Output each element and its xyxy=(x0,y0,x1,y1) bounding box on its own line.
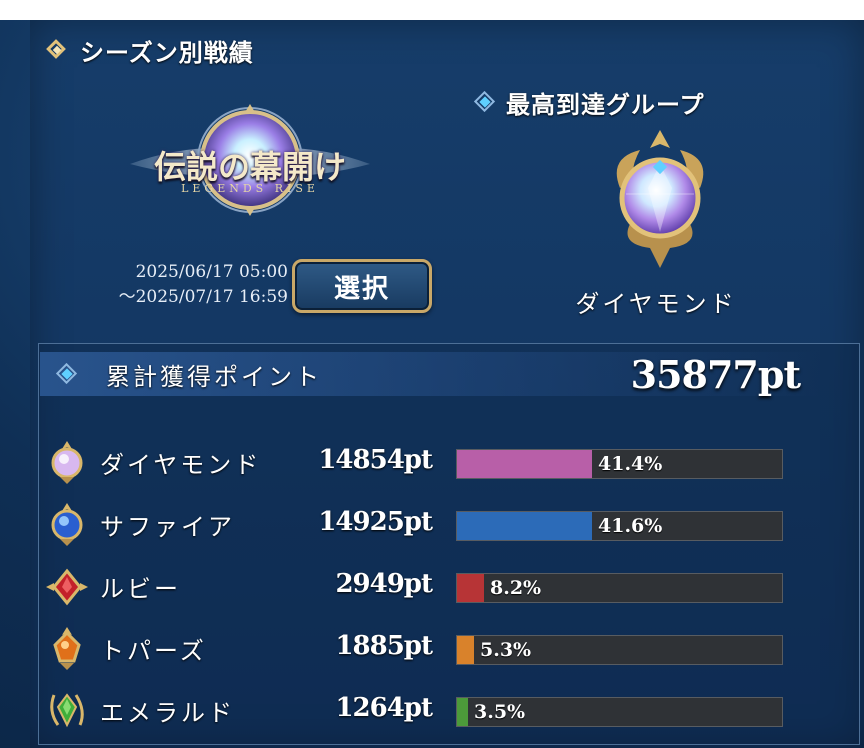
blue-diamond-icon xyxy=(474,91,496,113)
diamond-gem-icon xyxy=(44,439,90,485)
gem-share-fill xyxy=(457,450,592,478)
best-rank-name: ダイヤモンド xyxy=(575,290,737,318)
gem-share-bar: 5.3% xyxy=(456,635,783,665)
gem-points: 14925pt xyxy=(318,507,433,537)
ruby-gem-icon xyxy=(44,563,90,609)
gem-name: ルビー xyxy=(100,575,181,603)
gem-name: サファイア xyxy=(100,513,235,541)
total-points-heading: 累計獲得ポイント xyxy=(56,356,322,392)
blue-diamond-icon xyxy=(56,363,78,385)
gem-share-bar: 41.4% xyxy=(456,449,783,479)
season-period: 2025/06/17 05:00 ～2025/07/17 16:59 xyxy=(66,260,288,310)
total-points-title: 累計獲得ポイント xyxy=(106,362,322,391)
sapphire-gem-icon xyxy=(44,501,90,547)
top-strip xyxy=(0,0,864,20)
gem-share-fill xyxy=(457,512,592,540)
diamond-rank-emblem-icon xyxy=(600,128,720,272)
gem-name: ダイヤモンド xyxy=(100,451,262,479)
season-logo-subtitle: LEGENDS RISE xyxy=(181,182,319,195)
topaz-gem-icon xyxy=(44,625,90,671)
gem-points: 1885pt xyxy=(335,631,433,661)
gem-points: 1264pt xyxy=(335,693,433,723)
gem-share-percent: 8.2% xyxy=(490,577,542,599)
gem-share-percent: 3.5% xyxy=(474,701,526,723)
gem-points: 14854pt xyxy=(318,445,433,475)
points-row-emerald: エメラルド 1264pt 3.5% xyxy=(44,685,804,735)
season-record-heading: シーズン別戦績 xyxy=(46,33,254,67)
gem-share-percent: 41.4% xyxy=(598,453,663,475)
gem-share-fill xyxy=(457,574,484,602)
gem-share-fill xyxy=(457,636,474,664)
points-row-topaz: トパーズ 1885pt 5.3% xyxy=(44,623,804,673)
best-group-heading: 最高到達グループ xyxy=(474,84,705,120)
gem-share-fill xyxy=(457,698,468,726)
gem-share-percent: 41.6% xyxy=(598,515,663,537)
points-row-diamond: ダイヤモンド 14854pt 41.4% xyxy=(44,437,804,487)
select-season-button[interactable]: 選択 xyxy=(292,259,432,313)
emerald-gem-icon xyxy=(44,687,90,733)
gem-share-bar: 41.6% xyxy=(456,511,783,541)
gem-share-bar: 3.5% xyxy=(456,697,783,727)
season-end-date: ～2025/07/17 16:59 xyxy=(118,287,288,307)
season-record-title: シーズン別戦績 xyxy=(80,38,254,67)
season-logo: 伝説の幕開け LEGENDS RISE xyxy=(120,102,380,222)
points-row-sapphire: サファイア 14925pt 41.6% xyxy=(44,499,804,549)
best-group-title: 最高到達グループ xyxy=(506,90,705,119)
gem-name: トパーズ xyxy=(100,637,207,665)
gem-share-percent: 5.3% xyxy=(480,639,532,661)
gem-points: 2949pt xyxy=(335,569,433,599)
gem-name: エメラルド xyxy=(100,699,235,727)
points-row-ruby: ルビー 2949pt 8.2% xyxy=(44,561,804,611)
total-points-value: 35877pt xyxy=(630,352,801,397)
season-start-date: 2025/06/17 05:00 xyxy=(135,262,288,282)
gem-share-bar: 8.2% xyxy=(456,573,783,603)
gold-diamond-icon xyxy=(46,39,68,61)
